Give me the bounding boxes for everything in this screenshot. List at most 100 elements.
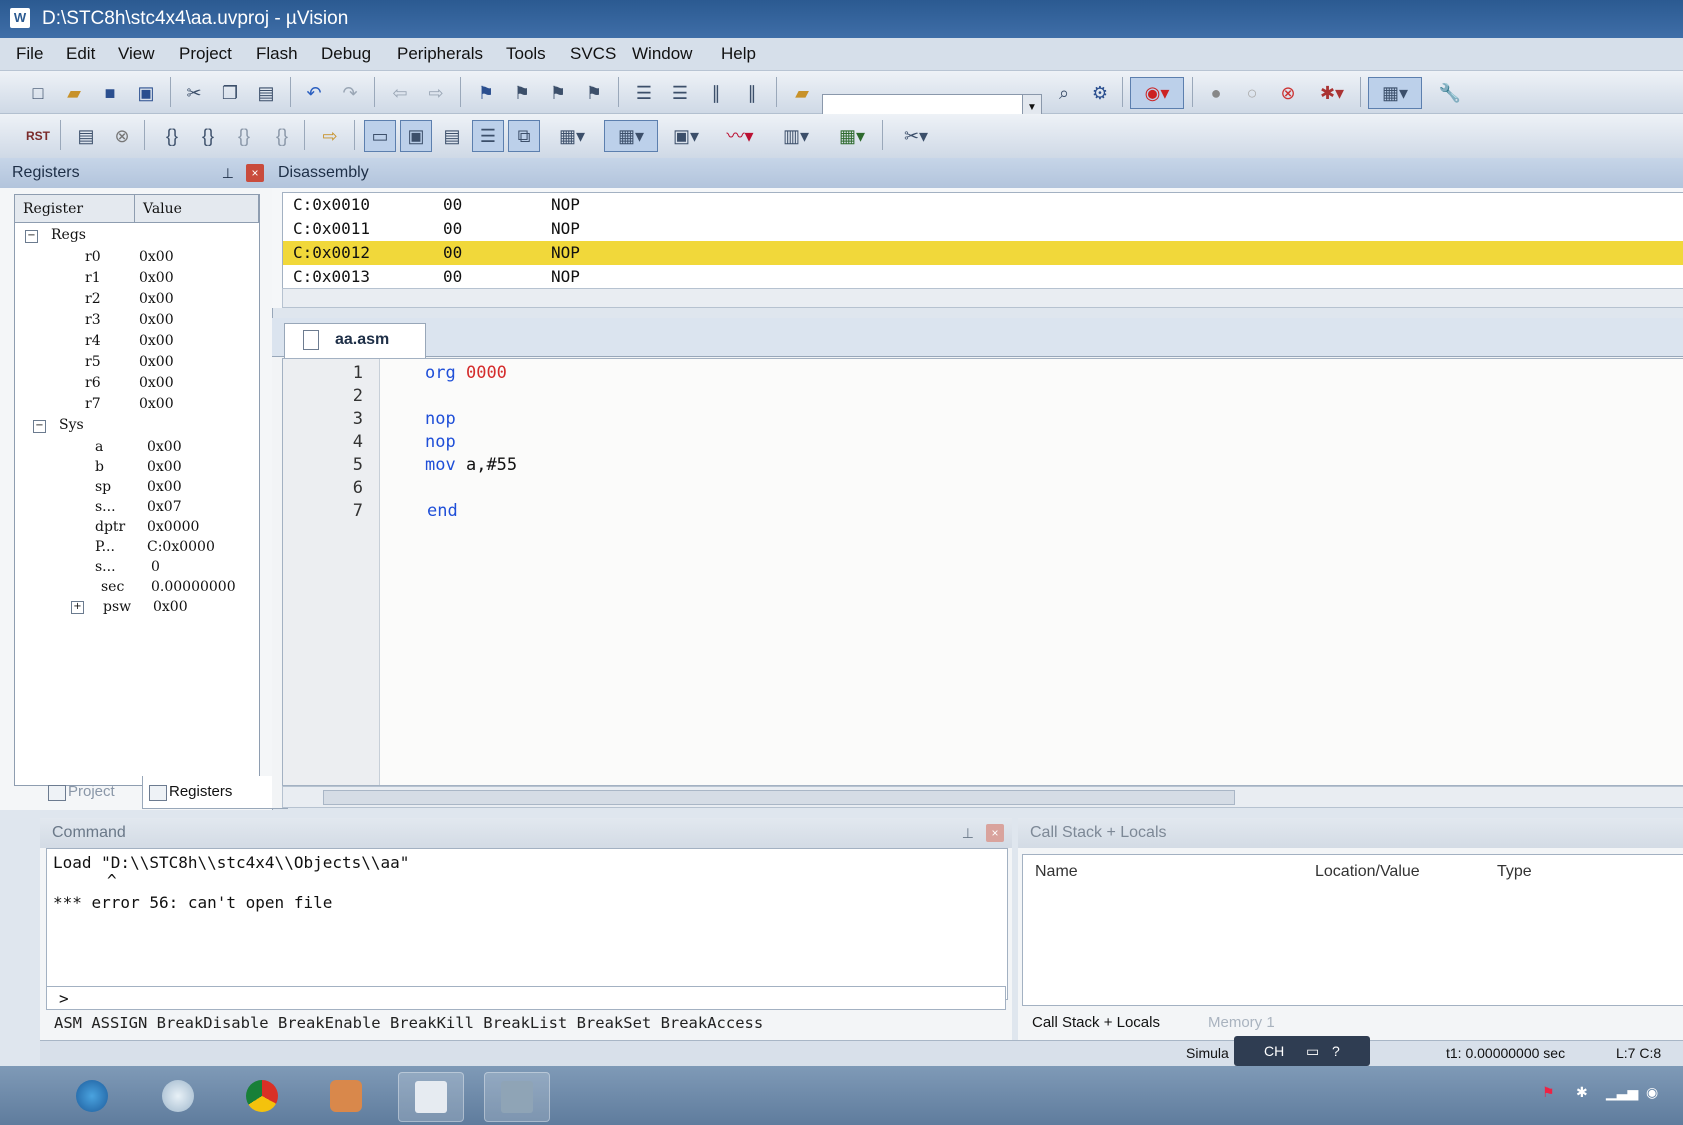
tab-call-stack-locals[interactable]: Call Stack + Locals	[1032, 1014, 1160, 1031]
reset-icon[interactable]: RST	[22, 120, 54, 152]
unindent-icon[interactable]: ☰	[664, 77, 696, 109]
copy-icon[interactable]: ❐	[214, 77, 246, 109]
keyboard-icon[interactable]: ▭	[1306, 1036, 1319, 1066]
uvision-taskbar-icon[interactable]	[484, 1072, 550, 1122]
collapse-sys-icon[interactable]: −	[33, 420, 46, 433]
trace-window-icon[interactable]: ▥▾	[772, 120, 820, 152]
nav-back-icon[interactable]: ⇦	[384, 77, 416, 109]
disasm-row[interactable]: C:0x0013 00 NOP	[283, 265, 1683, 289]
bookmark-icon[interactable]: ⚑	[470, 77, 502, 109]
code-line[interactable]: 6	[283, 476, 1683, 500]
symbols-window-icon[interactable]: ▤	[436, 120, 468, 152]
enable-breakpoint-icon[interactable]: ○	[1236, 77, 1268, 109]
watch-window-icon[interactable]: ▦▾	[548, 120, 596, 152]
memory-window-icon[interactable]: ▦▾	[604, 120, 658, 152]
disassembly-scrollbar[interactable]	[282, 288, 1683, 308]
step-into-icon[interactable]: {}	[156, 120, 188, 152]
pin-icon[interactable]: ⊥	[222, 158, 234, 188]
menu-help[interactable]: Help	[721, 44, 756, 64]
stop-icon[interactable]: ⊗	[106, 120, 138, 152]
find-in-files-icon[interactable]: ▰	[786, 77, 818, 109]
location-column-header[interactable]: Location/Value	[1315, 863, 1420, 881]
type-column-header[interactable]: Type	[1497, 863, 1532, 881]
uncomment-icon[interactable]: ∥	[736, 77, 768, 109]
command-input[interactable]: >	[46, 986, 1006, 1010]
disasm-row[interactable]: C:0x0011 00 NOP	[283, 217, 1683, 241]
ime-toolbar[interactable]: CH ▭ ?	[1234, 1036, 1370, 1066]
collapse-regs-icon[interactable]: −	[25, 230, 38, 243]
redo-icon[interactable]: ↷	[334, 77, 366, 109]
tab-aa-asm[interactable]: aa.asm	[284, 323, 426, 358]
save-icon[interactable]: ■	[94, 77, 126, 109]
disasm-row[interactable]: C:0x0010 00 NOP	[283, 193, 1683, 217]
serial-window-icon[interactable]: ▣▾	[662, 120, 710, 152]
expand-psw-icon[interactable]: +	[71, 601, 84, 614]
chrome-icon[interactable]	[230, 1072, 294, 1120]
menu-edit[interactable]: Edit	[66, 44, 95, 64]
step-out-icon[interactable]: {}	[228, 120, 260, 152]
code-line[interactable]: 1 org 0000	[283, 361, 1683, 385]
save-all-icon[interactable]: ▣	[130, 77, 162, 109]
menu-peripherals[interactable]: Peripherals	[397, 44, 483, 64]
taskbar-app-icon[interactable]	[314, 1072, 378, 1120]
run-icon[interactable]: ▤	[70, 120, 102, 152]
run-to-cursor-icon[interactable]: {}	[266, 120, 298, 152]
menu-window[interactable]: Window	[632, 44, 692, 64]
menu-file[interactable]: File	[16, 44, 43, 64]
insert-breakpoint-icon[interactable]: ●	[1200, 77, 1232, 109]
undo-icon[interactable]: ↶	[298, 77, 330, 109]
disable-breakpoints-icon[interactable]: ⊗	[1272, 77, 1304, 109]
menu-view[interactable]: View	[118, 44, 155, 64]
configure-icon[interactable]: 🔧	[1434, 77, 1466, 109]
taskbar-window-icon[interactable]	[398, 1072, 464, 1122]
disassembly-window-icon[interactable]: ▣	[400, 120, 432, 152]
show-next-statement-icon[interactable]: ⇨	[314, 120, 346, 152]
nav-forward-icon[interactable]: ⇨	[420, 77, 452, 109]
call-stack-grid[interactable]: Name Location/Value Type	[1022, 854, 1683, 1006]
window-layout-icon[interactable]: ▦▾	[1368, 77, 1422, 109]
taskbar-app-icon[interactable]	[146, 1072, 210, 1120]
code-line[interactable]: 5 mov a,#55	[283, 453, 1683, 477]
code-line[interactable]: 2	[283, 384, 1683, 408]
name-column-header[interactable]: Name	[1035, 863, 1078, 881]
step-over-icon[interactable]: {}	[192, 120, 224, 152]
flag-icon[interactable]: ⚑	[1542, 1084, 1555, 1101]
call-stack-window-icon[interactable]: ⧉	[508, 120, 540, 152]
kill-breakpoints-icon[interactable]: ✱▾	[1308, 77, 1356, 109]
code-line[interactable]: 7 end	[283, 499, 1683, 523]
clear-bookmarks-icon[interactable]: ⚑	[578, 77, 610, 109]
find-icon[interactable]: ⌕	[1048, 77, 1080, 109]
value-column-header[interactable]: Value	[135, 195, 259, 223]
close-icon[interactable]: ×	[986, 824, 1004, 842]
menu-debug[interactable]: Debug	[321, 44, 371, 64]
network-icon[interactable]: ◉	[1646, 1084, 1658, 1101]
code-line[interactable]: 3 nop	[283, 407, 1683, 431]
command-output[interactable]: Load "D:\\STC8h\\stc4x4\\Objects\\aa" ^ …	[46, 848, 1008, 1000]
menu-tools[interactable]: Tools	[506, 44, 546, 64]
system-viewer-icon[interactable]: ▦▾	[828, 120, 876, 152]
code-editor[interactable]: 1 org 0000 2 3 nop 4 nop 5 mov a,#55 6 7 end	[282, 358, 1683, 786]
menu-flash[interactable]: Flash	[256, 44, 298, 64]
signal-icon[interactable]: ▁▃▅	[1606, 1084, 1638, 1101]
analysis-window-icon[interactable]: 〰▾	[716, 120, 764, 152]
help-icon[interactable]: ?	[1332, 1036, 1340, 1066]
toolbox-icon[interactable]: ✂▾	[892, 120, 940, 152]
command-window-icon[interactable]: ▭	[364, 120, 396, 152]
paste-icon[interactable]: ▤	[250, 77, 282, 109]
next-bookmark-icon[interactable]: ⚑	[542, 77, 574, 109]
disasm-row-current[interactable]: C:0x0012 00 NOP	[283, 241, 1683, 265]
comment-icon[interactable]: ∥	[700, 77, 732, 109]
menu-project[interactable]: Project	[179, 44, 232, 64]
indent-icon[interactable]: ☰	[628, 77, 660, 109]
open-folder-icon[interactable]: ▰	[58, 77, 90, 109]
menu-svcs[interactable]: SVCS	[570, 44, 616, 64]
tab-memory-1[interactable]: Memory 1	[1208, 1014, 1275, 1031]
start-stop-debug-icon[interactable]: ◉▾	[1130, 77, 1184, 109]
editor-scrollbar[interactable]	[282, 786, 1683, 808]
tab-registers[interactable]: Registers	[142, 776, 288, 809]
uvision-app-icon[interactable]: W	[10, 8, 30, 28]
ime-language[interactable]: CH	[1264, 1036, 1284, 1066]
registers-window-icon[interactable]: ☰	[472, 120, 504, 152]
cut-icon[interactable]: ✂	[178, 77, 210, 109]
incremental-find-icon[interactable]: ⚙	[1084, 77, 1116, 109]
